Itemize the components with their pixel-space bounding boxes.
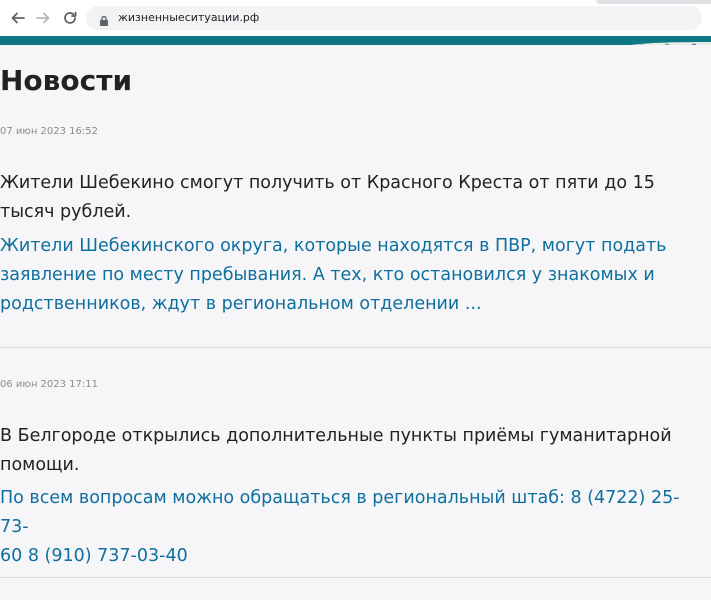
news-excerpt-line[interactable]: 60 8 (910) 737-03-40 — [0, 542, 690, 571]
arrow-right-icon[interactable] — [33, 8, 53, 28]
news-divider — [0, 577, 711, 578]
browser-toolbar: жизненныеситуации.рф — [0, 0, 711, 37]
news-title-line[interactable]: В Белгороде открылись дополнительные пун… — [0, 422, 690, 451]
arrow-left-icon[interactable] — [8, 8, 28, 28]
news-divider — [0, 347, 711, 348]
news-excerpt-line[interactable]: заявление по месту пребывания. А тех, кт… — [0, 261, 690, 290]
news-item: 07 июн 2023 16:52 Жители Шебекино смогут… — [0, 116, 711, 348]
reload-icon[interactable] — [60, 8, 80, 28]
url-text[interactable]: жизненныеситуации.рф — [118, 10, 259, 26]
news-title[interactable]: В Белгороде открылись дополнительные пун… — [0, 422, 690, 480]
page-title: Новости — [0, 64, 133, 97]
browser-tab-edge — [596, 0, 711, 4]
news-excerpt-line[interactable]: родственников, ждут в региональном отдел… — [0, 290, 690, 319]
news-title[interactable]: Жители Шебекино смогут получить от Красн… — [0, 169, 690, 227]
news-excerpt[interactable]: По всем вопросам можно обращаться в реги… — [0, 484, 690, 571]
lock-icon[interactable] — [98, 12, 110, 26]
header-decoration — [606, 36, 711, 45]
news-date: 06 июн 2023 17:11 — [0, 379, 98, 390]
news-excerpt-line[interactable]: Жители Шебекинского округа, которые нахо… — [0, 232, 690, 261]
news-excerpt-line[interactable]: По всем вопросам можно обращаться в реги… — [0, 484, 690, 542]
address-bar[interactable]: жизненныеситуации.рф — [86, 6, 702, 30]
news-date: 07 июн 2023 16:52 — [0, 126, 98, 137]
news-item: 06 июн 2023 17:11 В Белгороде открылись … — [0, 370, 711, 578]
news-excerpt[interactable]: Жители Шебекинского округа, которые нахо… — [0, 232, 690, 319]
news-title-line[interactable]: тысяч рублей. — [0, 198, 690, 227]
site-header-strip — [0, 36, 711, 45]
news-title-line[interactable]: помощи. — [0, 451, 690, 480]
news-title-line[interactable]: Жители Шебекино смогут получить от Красн… — [0, 169, 690, 198]
